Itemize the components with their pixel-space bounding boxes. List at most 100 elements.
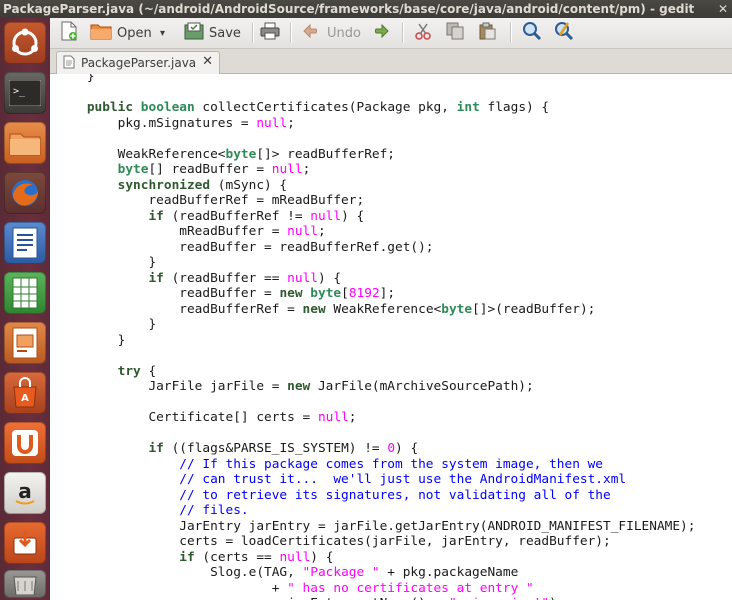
code-line: JarFile jarFile = new JarFile(mArchiveSo… <box>56 379 695 395</box>
save-button[interactable]: Save <box>184 22 241 44</box>
toolbar-separator <box>252 23 253 43</box>
toolbar-separator <box>290 23 291 43</box>
copy-icon <box>446 22 464 44</box>
code-line: // can trust it... we'll just use the An… <box>56 472 695 488</box>
code-line: } <box>56 255 695 271</box>
svg-text:a: a <box>18 479 32 503</box>
code-token: ); <box>549 596 564 600</box>
code-token: int <box>456 100 480 115</box>
new-button[interactable] <box>60 21 78 45</box>
tab-packageparser[interactable]: PackageParser.java ✕ <box>56 51 220 74</box>
code-token: } <box>56 74 95 84</box>
code-token: pkg.mSignatures = <box>56 115 257 131</box>
code-token: ) { <box>317 270 342 286</box>
open-dropdown-button[interactable]: ▾ <box>160 22 165 44</box>
code-token: WeakReference< <box>56 146 226 162</box>
terminal-icon[interactable]: >_ <box>4 72 46 114</box>
toolbar-separator <box>402 23 403 43</box>
code-line: readBufferRef = new WeakReference<byte[]… <box>56 302 695 318</box>
code-token: ) { <box>395 441 419 456</box>
code-line: } <box>56 333 695 349</box>
code-token: if <box>148 208 164 224</box>
find-replace-icon <box>554 21 574 45</box>
svg-text:>_: >_ <box>13 86 26 97</box>
code-token: ": ignoring!" <box>449 596 549 600</box>
code-token: mReadBuffer = <box>56 224 288 239</box>
text-file-icon <box>63 55 75 72</box>
code-line: + jarEntry.getName() + ": ignoring!"); <box>56 596 695 600</box>
trash-icon[interactable] <box>4 570 46 598</box>
paste-button[interactable] <box>478 22 496 44</box>
search-icon <box>522 21 542 45</box>
new-document-icon <box>60 21 78 45</box>
files-icon[interactable] <box>4 122 46 164</box>
code-token: []> readBufferRef; <box>256 146 396 162</box>
code-token: byte <box>225 146 257 162</box>
amazon-icon[interactable]: a <box>4 472 46 514</box>
code-token: 0 <box>387 441 396 456</box>
save-icon <box>184 22 204 44</box>
code-token: (readBuffer == <box>163 270 288 286</box>
open-button[interactable]: Open <box>90 22 152 44</box>
print-button[interactable] <box>260 22 280 44</box>
text-editor[interactable]: } public boolean collectCertificates(Pac… <box>50 74 732 600</box>
toolbar-separator <box>510 23 511 43</box>
tab-close-button[interactable]: ✕ <box>202 54 213 69</box>
ubuntu-dash-icon[interactable] <box>4 22 46 64</box>
window-close-button[interactable]: ✕ <box>718 0 728 18</box>
code-token: + jarEntry.getName() + <box>56 596 449 600</box>
update-manager-icon[interactable] <box>4 522 46 564</box>
code-token: byte <box>310 286 342 301</box>
code-line: // If this package comes from the system… <box>56 457 695 473</box>
firefox-icon[interactable] <box>4 172 46 214</box>
code-token: ; <box>348 410 357 425</box>
code-line: if ((flags&PARSE_IS_SYSTEM) != 0) { <box>56 441 695 457</box>
code-line: byte[] readBuffer = null; <box>56 162 695 178</box>
code-token: synchronized <box>117 177 211 193</box>
undo-button[interactable]: Undo <box>302 22 361 44</box>
code-token: + pkg.packageName <box>379 565 519 580</box>
code-token: null <box>310 208 342 224</box>
calc-icon[interactable] <box>4 272 46 314</box>
code-token: JarFile jarFile = <box>56 379 288 394</box>
code-token: new <box>302 301 326 317</box>
software-center-icon[interactable]: A <box>4 372 46 414</box>
find-button[interactable] <box>522 22 542 44</box>
redo-button[interactable] <box>370 22 390 44</box>
code-line: certs = loadCertificates(jarFile, jarEnt… <box>56 534 695 550</box>
code-token: + <box>56 580 288 596</box>
find-replace-button[interactable] <box>554 22 574 44</box>
code-token: certs = loadCertificates(jarFile, jarEnt… <box>56 534 611 549</box>
unity-launcher: >_ A a <box>0 18 51 600</box>
code-line: if (readBufferRef != null) { <box>56 209 695 225</box>
copy-button[interactable] <box>446 22 464 44</box>
code-token: null <box>317 410 349 425</box>
code-token: readBuffer = <box>56 286 280 301</box>
code-token: Slog.e(TAG, <box>56 565 303 580</box>
impress-icon[interactable] <box>4 322 46 364</box>
undo-icon <box>302 23 322 43</box>
source-code: } public boolean collectCertificates(Pac… <box>56 74 696 600</box>
code-token: new <box>279 286 303 301</box>
code-line: } <box>56 317 695 333</box>
code-line: if (certs == null) { <box>56 550 695 566</box>
code-token: ; <box>317 224 326 239</box>
paste-icon <box>478 22 496 44</box>
code-line: readBuffer = readBufferRef.get(); <box>56 240 695 256</box>
writer-icon[interactable] <box>4 222 46 264</box>
cut-button[interactable] <box>414 22 432 44</box>
code-token: new <box>287 379 311 394</box>
code-line: public boolean collectCertificates(Packa… <box>56 100 695 116</box>
code-token: ; <box>302 162 311 177</box>
code-token: ((flags&PARSE_IS_SYSTEM) != <box>163 441 388 456</box>
ubuntu-one-icon[interactable] <box>4 422 46 464</box>
code-line: + " has no certificates at entry " <box>56 581 695 597</box>
tab-label: PackageParser.java <box>81 56 197 70</box>
code-token: "Package " <box>302 565 380 580</box>
code-token: (readBufferRef != <box>163 208 311 224</box>
